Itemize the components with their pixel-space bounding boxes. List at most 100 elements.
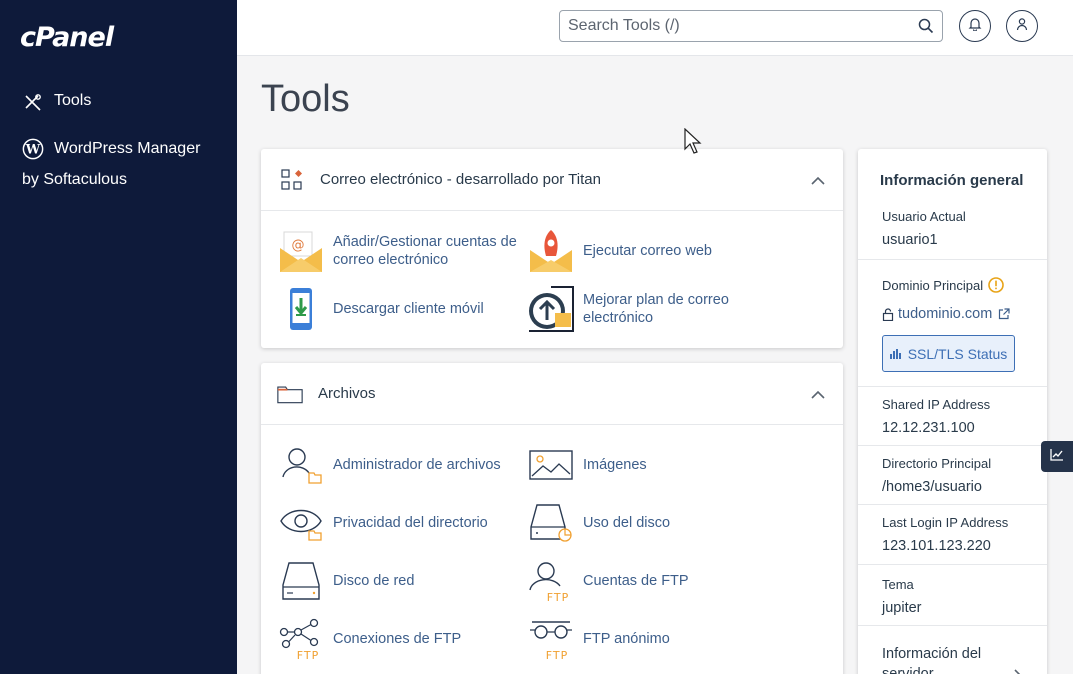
shared-ip-value: 12.12.231.100 [882,420,975,436]
sidebar-item-tools[interactable]: Tools [22,92,91,114]
email-section-header[interactable]: Correo electrónico - desarrollado por Ti… [261,149,843,211]
user-icon [1015,17,1029,36]
stats-side-tab[interactable] [1041,441,1073,472]
folder-icon [277,381,303,407]
ssl-tls-status-label: SSL/TLS Status [907,345,1008,362]
cpanel-logo[interactable]: cPanel [20,22,114,53]
tool-label: FTP anónimo [583,631,670,647]
svg-text:@: @ [292,238,305,253]
tool-label: Conexiones de FTP [333,631,462,647]
search-box[interactable] [559,10,943,42]
general-info-title: Información general [880,172,1024,189]
wordpress-icon: W [22,138,44,160]
svg-text:W: W [25,143,41,158]
ftp-accounts-icon: FTP [527,557,575,605]
tool-label: Imágenes [583,457,647,473]
webmail-rocket-icon [527,227,575,275]
tool-label: Disco de red [333,573,415,589]
home-dir-label: Directorio Principal [882,456,992,471]
ftp-connections-icon: FTP [277,615,325,663]
search-icon[interactable] [918,18,934,39]
upgrade-plan-icon [527,285,575,333]
theme-value: jupiter [882,600,922,616]
shared-ip-row: Shared IP Address 12.12.231.100 [858,386,1047,445]
general-info-panel: Información general Usuario Actual usuar… [858,149,1047,674]
tool-email-accounts[interactable]: @ Añadir/Gestionar cuentas de correo ele… [277,227,527,275]
theme-label: Tema [882,577,914,592]
anonymous-ftp-icon: FTP [527,615,575,663]
current-user-label: Usuario Actual [882,209,966,224]
ssl-tls-status-button[interactable]: SSL/TLS Status [882,335,1015,372]
sidebar-item-label: WordPress Manager [54,140,201,157]
home-dir-value: /home3/usuario [882,479,982,495]
svg-text:FTP: FTP [297,649,320,660]
tool-label: Ejecutar correo web [583,243,712,259]
tool-ftp-connections[interactable]: FTP Conexiones de FTP [277,615,527,663]
tool-disk-usage[interactable]: Uso del disco [527,499,777,547]
directory-privacy-icon [277,499,325,547]
files-section-card: Archivos Administrador de archivos Imáge… [261,363,843,674]
bell-icon [968,17,982,36]
tools-icon [22,92,44,114]
primary-domain-value-wrap: tudominio.com [882,306,1010,322]
email-apps-icon [279,167,305,193]
network-disk-icon [277,557,325,605]
mouse-cursor-icon [684,127,704,161]
lock-icon [882,307,894,321]
mobile-download-icon [277,285,325,333]
files-section-header[interactable]: Archivos [261,363,843,425]
svg-text:FTP: FTP [547,591,570,602]
sidebar-item-sublabel: by Softaculous [22,171,127,188]
disk-usage-icon [527,499,575,547]
last-login-value: 123.101.123.220 [882,538,991,554]
tool-upgrade-plan[interactable]: Mejorar plan de correo electrónico [527,285,777,333]
shared-ip-label: Shared IP Address [882,397,991,412]
email-section-card: Correo electrónico - desarrollado por Ti… [261,149,843,348]
tool-label: Uso del disco [583,515,671,531]
tool-network-disk[interactable]: Disco de red [277,557,527,605]
chevron-up-icon[interactable] [811,173,825,191]
sidebar-item-label: Tools [54,92,92,109]
tool-ftp-accounts[interactable]: FTP Cuentas de FTP [527,557,777,605]
tool-label: Descargar cliente móvil [333,301,484,317]
file-manager-icon [277,441,325,489]
tool-label: Añadir/Gestionar cuentas de correo elect… [333,234,517,268]
notifications-button[interactable] [959,10,991,42]
external-link-icon[interactable] [998,308,1010,320]
user-menu-button[interactable] [1006,10,1038,42]
tool-label: Administrador de archivos [333,457,501,473]
email-accounts-icon: @ [277,227,325,275]
section-title: Archivos [318,385,376,402]
home-dir-row: Directorio Principal /home3/usuario [858,445,1047,504]
images-icon [527,441,575,489]
server-info-link[interactable]: Información del servidor [882,644,1002,674]
tool-file-manager[interactable]: Administrador de archivos [277,441,527,489]
primary-domain-label: Dominio Principal [882,277,984,293]
bar-chart-icon [889,348,902,359]
top-bar [237,0,1073,56]
svg-text:FTP: FTP [546,649,569,660]
theme-row: Tema jupiter [858,564,1047,625]
tool-anonymous-ftp[interactable]: FTP FTP anónimo [527,615,777,663]
primary-domain-link[interactable]: tudominio.com [898,306,992,322]
sidebar: cPanel Tools W WordPress Manager by Soft… [0,0,237,674]
tool-label: Cuentas de FTP [583,573,689,589]
primary-domain-label-wrap: Dominio Principal [882,277,1004,293]
trend-chart-icon [1050,448,1064,466]
tool-images[interactable]: Imágenes [527,441,777,489]
tool-webmail[interactable]: Ejecutar correo web [527,227,777,275]
last-login-row: Last Login IP Address 123.101.123.220 [858,504,1047,564]
tool-label: Mejorar plan de correo electrónico [583,292,729,326]
search-input[interactable] [560,11,900,41]
warning-icon[interactable] [988,277,1004,293]
page-title: Tools [261,78,350,120]
tool-label: Privacidad del directorio [333,515,488,531]
last-login-label: Last Login IP Address [882,515,1009,530]
tool-mobile-client[interactable]: Descargar cliente móvil [277,285,527,333]
chevron-right-icon[interactable] [1014,668,1022,674]
sidebar-item-wordpress[interactable]: W WordPress Manager by Softaculous [22,138,200,191]
server-info-row[interactable]: Información del servidor [858,625,1047,674]
current-user-row: Usuario Actual usuario1 [858,199,1047,259]
tool-directory-privacy[interactable]: Privacidad del directorio [277,499,527,547]
chevron-up-icon[interactable] [811,387,825,405]
